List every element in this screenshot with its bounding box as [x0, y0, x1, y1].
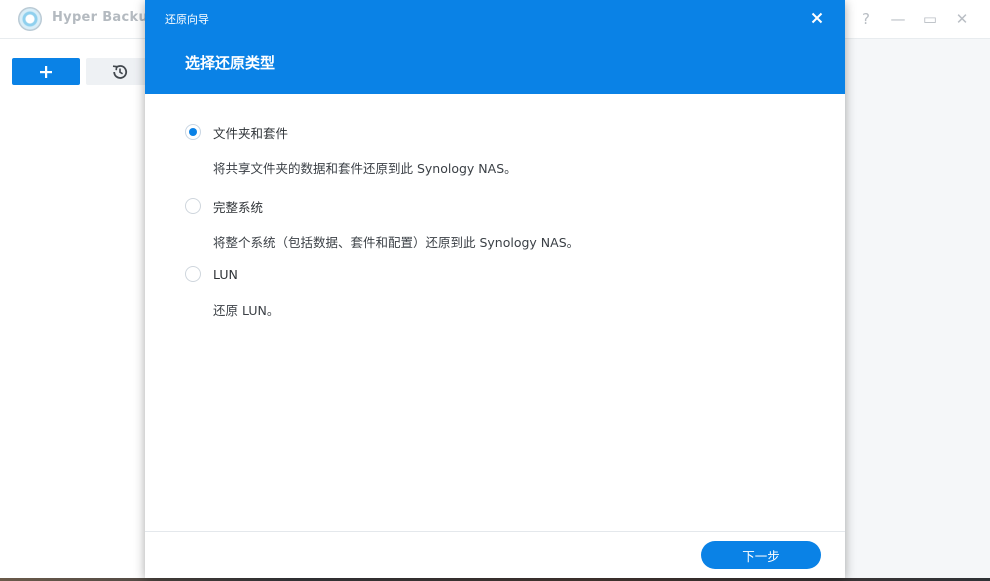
radio-entire-system[interactable]: [185, 198, 201, 214]
dialog-heading: 选择还原类型: [185, 54, 276, 72]
option-lun[interactable]: LUN: [185, 264, 238, 284]
next-button[interactable]: 下一步: [701, 541, 821, 569]
option-label: 文件夹和套件: [213, 125, 289, 141]
close-dialog-button[interactable]: [807, 8, 827, 28]
history-icon: [112, 64, 128, 79]
help-icon[interactable]: ?: [856, 9, 876, 29]
dialog-title: 还原向导: [165, 13, 209, 26]
option-label: LUN: [213, 266, 238, 282]
app-title: Hyper Backup: [52, 10, 158, 25]
hyper-backup-logo-icon: [18, 7, 42, 31]
app-content-panel: [845, 39, 990, 578]
close-window-icon[interactable]: ✕: [952, 9, 972, 29]
plus-icon: [40, 65, 52, 78]
option-entire-system[interactable]: 完整系统: [185, 196, 263, 216]
restore-button[interactable]: [86, 58, 154, 85]
close-icon: [811, 12, 823, 24]
option-description: 还原 LUN。: [213, 303, 280, 318]
add-button[interactable]: [12, 58, 80, 85]
dialog-header: 还原向导 选择还原类型: [145, 0, 845, 94]
option-description: 将共享文件夹的数据和套件还原到此 Synology NAS。: [213, 161, 517, 176]
option-description: 将整个系统（包括数据、套件和配置）还原到此 Synology NAS。: [213, 235, 580, 250]
footer-divider: [145, 531, 845, 532]
restore-wizard-dialog: 还原向导 选择还原类型 文件夹和套件 将共享文件夹的数据和套件还原到此 Syno…: [145, 0, 845, 578]
radio-folders-and-packages[interactable]: [185, 124, 201, 140]
maximize-icon[interactable]: ▭: [920, 9, 940, 29]
option-folders-and-packages[interactable]: 文件夹和套件: [185, 122, 288, 142]
radio-lun[interactable]: [185, 266, 201, 282]
minimize-icon[interactable]: —: [888, 9, 908, 29]
option-label: 完整系统: [213, 199, 264, 215]
